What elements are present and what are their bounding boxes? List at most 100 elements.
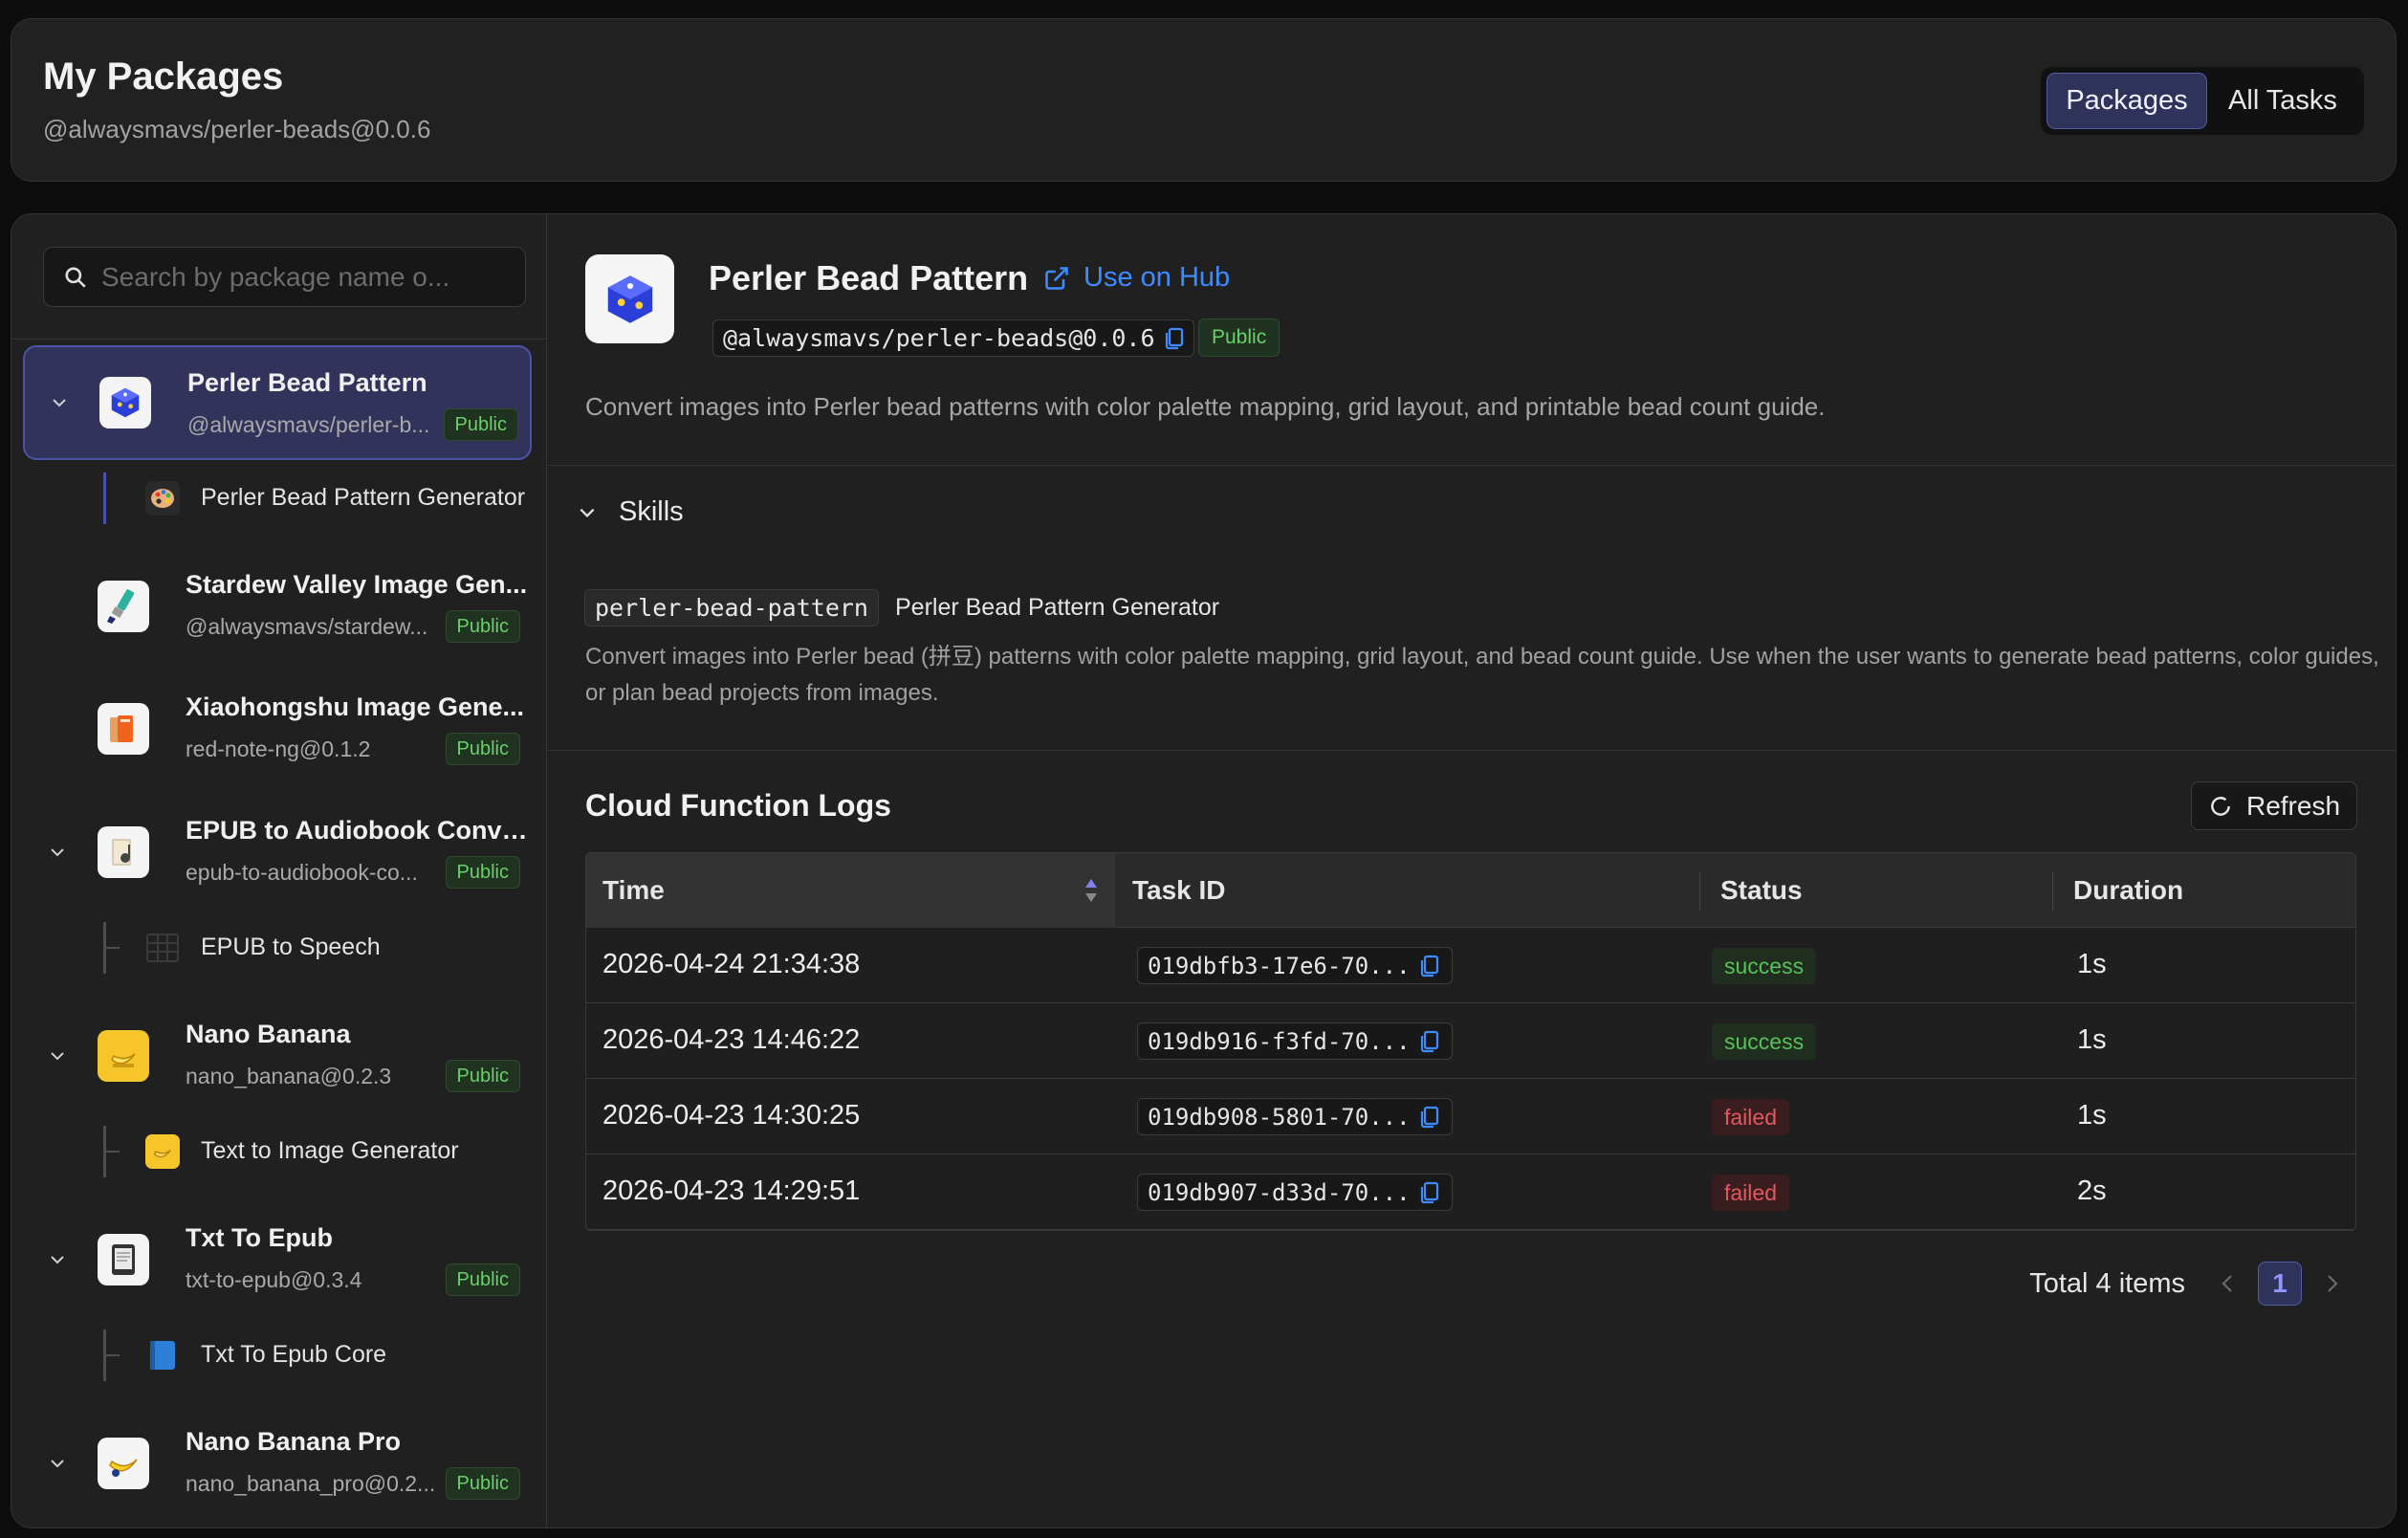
total-items: Total 4 items [2029,1267,2185,1299]
public-badge: Public [445,610,520,643]
package-item-epub-to-audiobook[interactable]: EPUB to Audiobook Conve... epub-to-audio… [23,795,532,910]
log-time: 2026-04-23 14:29:51 [602,1175,861,1206]
chevron-down-icon[interactable] [48,1454,67,1473]
task-id-chip: 019dbfb3-17e6-70... [1137,947,1453,984]
copy-icon[interactable] [1420,1106,1439,1129]
prev-page-button[interactable] [2214,1272,2241,1295]
refresh-icon [2211,796,2230,816]
external-link-icon [1045,266,1068,290]
divider [548,465,2396,466]
skill-item-txt-to-epub-core[interactable]: Txt To Epub Core [23,1318,532,1393]
divider [548,750,2396,751]
divider [11,339,546,340]
paintbrush-icon [98,581,149,632]
tree-tick [106,1354,120,1356]
search-input[interactable] [101,261,513,293]
refresh-button[interactable]: Refresh [2191,781,2357,830]
table-row[interactable]: 2026-04-24 21:34:38 019dbfb3-17e6-70... … [586,928,2355,1003]
chevron-down-icon[interactable] [48,1046,67,1066]
status-badge: failed [1712,1175,1789,1211]
log-time: 2026-04-23 14:46:22 [602,1024,861,1055]
package-id: @alwaysmavs/perler-b... [187,412,430,437]
column-duration: Duration [2073,875,2184,905]
copy-icon[interactable] [1420,1030,1439,1053]
red-note-icon [98,703,149,755]
package-description: Convert images into Perler bead patterns… [585,392,1826,421]
skill-item-perler-bead-pattern-generator[interactable]: Perler Bead Pattern Generator [23,461,532,536]
package-name: Perler Bead Pattern [187,368,427,397]
sort-icon[interactable] [1082,876,1101,905]
column-time[interactable]: Time [602,853,665,928]
copy-icon[interactable] [1420,1181,1439,1204]
public-badge: Public [445,733,520,765]
log-duration: 2s [2077,1175,2107,1206]
package-item-stardew-valley[interactable]: Stardew Valley Image Gen... @alwaysmavs/… [23,549,532,664]
skill-item-epub-to-speech[interactable]: EPUB to Speech [23,911,532,985]
public-badge: Public [445,1263,520,1296]
package-search[interactable] [43,247,526,307]
skills-toggle[interactable]: Skills [577,496,684,528]
log-duration: 1s [2077,949,2107,979]
log-duration: 1s [2077,1024,2107,1055]
chevron-down-icon[interactable] [50,393,69,412]
package-id: epub-to-audiobook-co... [186,860,418,885]
copy-icon[interactable] [1165,327,1184,350]
package-id: @alwaysmavs/stardew... [186,614,428,639]
page-header: My Packages @alwaysmavs/perler-beads@0.0… [11,18,2397,182]
package-item-xiaohongshu[interactable]: Xiaohongshu Image Gene... red-note-ng@0.… [23,671,532,786]
ebook-reader-icon [98,1234,149,1285]
refresh-label: Refresh [2245,790,2341,821]
skill-label: Text to Image Generator [201,1137,459,1164]
package-item-nano-banana[interactable]: Nano Banana nano_banana@0.2.3 Public [23,999,532,1113]
package-id-text: @alwaysmavs/perler-beads@0.0.6 [723,324,1155,352]
package-name: EPUB to Audiobook Conve... [186,816,530,845]
table-row[interactable]: 2026-04-23 14:29:51 019db907-d33d-70... … [586,1154,2355,1230]
table-row[interactable]: 2026-04-23 14:30:25 019db908-5801-70... … [586,1079,2355,1154]
main-panel: Perler Bead Pattern @alwaysmavs/perler-b… [11,213,2397,1528]
package-id: nano_banana@0.2.3 [186,1064,392,1088]
task-id: 019db916-f3fd-70... [1148,1027,1411,1055]
blue-book-icon [145,1338,180,1373]
tree-tick [106,947,120,949]
skill-item-text-to-image[interactable]: Text to Image Generator [23,1114,532,1189]
package-sidebar: Perler Bead Pattern @alwaysmavs/perler-b… [11,214,547,1527]
public-badge: Public [445,856,520,889]
chevron-right-icon [2328,1275,2338,1292]
blue-dice-icon [585,254,674,343]
tab-packages[interactable]: Packages [2047,73,2207,129]
package-name: Xiaohongshu Image Gene... [186,692,525,721]
package-detail: Perler Bead Pattern Use on Hub @alwaysma… [548,214,2396,1527]
tab-all-tasks[interactable]: All Tasks [2207,73,2358,129]
page-button-1[interactable]: 1 [2258,1262,2302,1306]
use-on-hub-link[interactable]: Use on Hub [1043,262,1230,294]
package-item-perler-bead-pattern[interactable]: Perler Bead Pattern @alwaysmavs/perler-b… [23,345,532,460]
pagination: Total 4 items 1 [2029,1262,2346,1306]
task-id: 019dbfb3-17e6-70... [1148,952,1411,979]
package-id: red-note-ng@0.1.2 [186,736,371,761]
banana-pro-icon [98,1438,149,1489]
log-duration: 1s [2077,1100,2107,1131]
skill-label: EPUB to Speech [201,934,381,960]
package-name: Stardew Valley Image Gen... [186,570,528,599]
package-item-nano-banana-pro[interactable]: Nano Banana Pro nano_banana_pro@0.2... P… [23,1406,532,1521]
blue-dice-icon [99,377,151,428]
hub-link-label: Use on Hub [1084,262,1231,293]
banana-icon [145,1134,180,1169]
table-row[interactable]: 2026-04-23 14:46:22 019db916-f3fd-70... … [586,1003,2355,1079]
package-name: Txt To Epub [186,1223,333,1252]
chevron-down-icon[interactable] [48,843,67,862]
sorted-column-bg [586,853,1115,928]
banana-icon [98,1030,149,1082]
package-id: nano_banana_pro@0.2... [186,1471,436,1496]
public-badge: Public [443,408,518,441]
chevron-down-icon[interactable] [48,1250,67,1269]
task-id-chip: 019db916-f3fd-70... [1137,1022,1453,1060]
logs-table: Time Task ID Status Duration 2026-04-24 … [585,852,2356,1231]
next-page-button[interactable] [2319,1272,2346,1295]
copy-icon[interactable] [1420,955,1439,978]
package-name: Nano Banana Pro [186,1427,402,1456]
package-item-txt-to-epub[interactable]: Txt To Epub txt-to-epub@0.3.4 Public [23,1202,532,1317]
book-audio-icon [98,826,149,878]
column-separator [2052,872,2053,911]
task-id-chip: 019db908-5801-70... [1137,1098,1453,1135]
